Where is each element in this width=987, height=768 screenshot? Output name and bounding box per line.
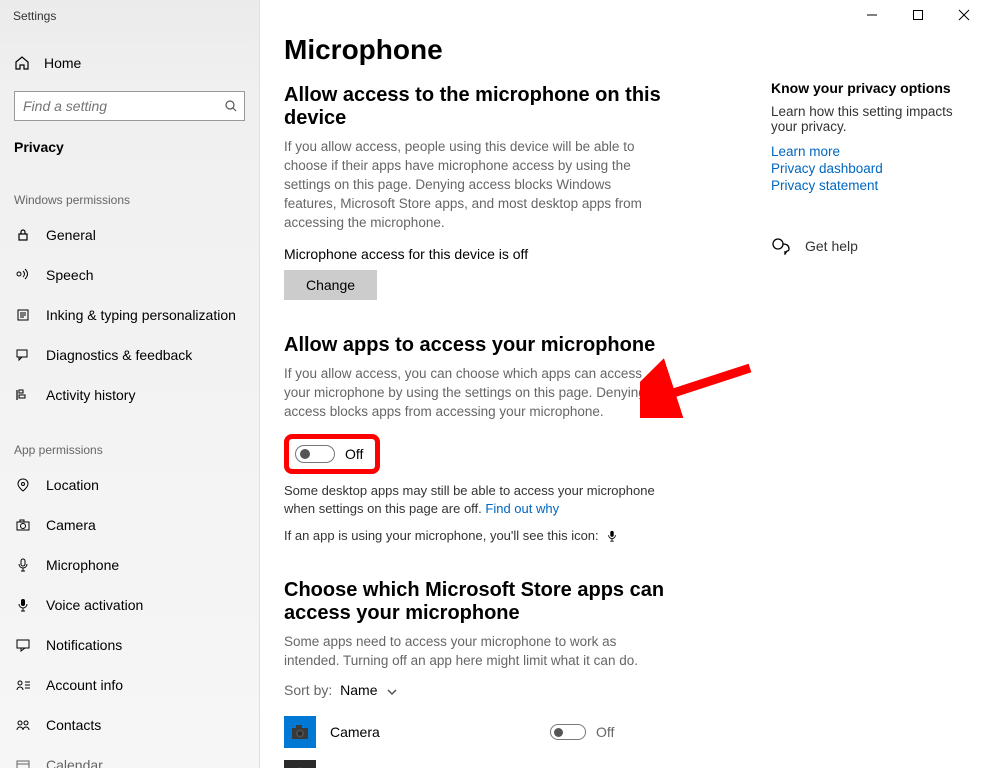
page-title: Microphone — [284, 34, 722, 66]
section-allow-apps-title: Allow apps to access your microphone — [284, 334, 722, 357]
app-row-camera: Camera Off — [284, 712, 722, 752]
feedback-icon — [14, 348, 32, 362]
sidebar-item-activity-history[interactable]: Activity history — [0, 375, 259, 415]
camera-app-icon — [284, 716, 316, 748]
get-help-label: Get help — [805, 238, 858, 254]
maximize-button[interactable] — [895, 0, 941, 30]
get-help[interactable]: Get help — [771, 237, 971, 255]
app-camera-state: Off — [596, 724, 614, 740]
cortana-app-icon — [284, 760, 316, 768]
highlight-annotation: Off — [284, 434, 380, 474]
sort-label: Sort by: — [284, 682, 332, 698]
camera-icon — [14, 518, 32, 532]
section-allow-apps-desc: If you allow access, you can choose whic… — [284, 365, 664, 422]
nav-label: Microphone — [46, 557, 119, 573]
nav-label: Activity history — [46, 387, 135, 403]
home-icon — [14, 55, 30, 71]
right-pane: Know your privacy options Learn how this… — [771, 80, 971, 255]
privacy-dashboard-link[interactable]: Privacy dashboard — [771, 161, 971, 176]
window-controls — [849, 0, 987, 30]
section-choose-apps-desc: Some apps need to access your microphone… — [284, 633, 664, 671]
sidebar-item-location[interactable]: Location — [0, 465, 259, 505]
lock-icon — [14, 228, 32, 242]
sidebar: Settings Home Privacy Windows permission… — [0, 0, 260, 768]
contacts-icon — [14, 718, 32, 732]
allow-apps-toggle-state: Off — [345, 446, 363, 462]
change-button[interactable]: Change — [284, 270, 377, 300]
sidebar-item-speech[interactable]: Speech — [0, 255, 259, 295]
microphone-icon — [14, 558, 32, 572]
nav-label: Camera — [46, 517, 96, 533]
mic-in-use-note: If an app is using your microphone, you'… — [284, 527, 664, 545]
sidebar-item-microphone[interactable]: Microphone — [0, 545, 259, 585]
privacy-statement-link[interactable]: Privacy statement — [771, 178, 971, 193]
inking-icon — [14, 308, 32, 322]
nav-label: Diagnostics & feedback — [46, 347, 192, 363]
nav-label: Notifications — [46, 637, 122, 653]
nav-label: Calendar — [46, 757, 103, 768]
search-input[interactable] — [14, 91, 245, 121]
sidebar-home[interactable]: Home — [0, 45, 259, 81]
sidebar-item-diagnostics[interactable]: Diagnostics & feedback — [0, 335, 259, 375]
sidebar-item-voice-activation[interactable]: Voice activation — [0, 585, 259, 625]
device-access-status: Microphone access for this device is off — [284, 246, 722, 262]
sidebar-item-general[interactable]: General — [0, 215, 259, 255]
sidebar-item-calendar[interactable]: Calendar — [0, 745, 259, 768]
location-icon — [14, 478, 32, 492]
microphone-indicator-icon — [606, 530, 618, 542]
speech-icon — [14, 268, 32, 282]
notifications-icon — [14, 638, 32, 652]
sidebar-home-label: Home — [44, 55, 81, 71]
section-allow-device-desc: If you allow access, people using this d… — [284, 138, 664, 232]
nav-label: Voice activation — [46, 597, 143, 613]
calendar-icon — [14, 758, 32, 768]
section-app-permissions: App permissions — [0, 415, 259, 465]
chevron-down-icon — [387, 688, 397, 696]
minimize-button[interactable] — [849, 0, 895, 30]
allow-apps-toggle[interactable] — [295, 445, 335, 463]
section-choose-apps-title: Choose which Microsoft Store apps can ac… — [284, 579, 722, 625]
nav-label: Speech — [46, 267, 93, 283]
sidebar-item-camera[interactable]: Camera — [0, 505, 259, 545]
app-title: Settings — [0, 0, 259, 23]
sidebar-item-notifications[interactable]: Notifications — [0, 625, 259, 665]
voice-activation-icon — [14, 598, 32, 612]
nav-label: General — [46, 227, 96, 243]
privacy-header: Privacy — [0, 135, 259, 165]
section-windows-permissions: Windows permissions — [0, 165, 259, 215]
account-info-icon — [14, 678, 32, 692]
app-camera-toggle[interactable] — [550, 724, 586, 740]
nav-label: Inking & typing personalization — [46, 307, 236, 323]
sidebar-item-account-info[interactable]: Account info — [0, 665, 259, 705]
sort-value: Name — [340, 682, 377, 698]
find-out-why-link[interactable]: Find out why — [485, 501, 559, 516]
right-desc: Learn how this setting impacts your priv… — [771, 104, 971, 134]
nav-label: Contacts — [46, 717, 101, 733]
nav-label: Account info — [46, 677, 123, 693]
desktop-apps-note: Some desktop apps may still be able to a… — [284, 482, 664, 518]
nav-label: Location — [46, 477, 99, 493]
sort-row[interactable]: Sort by: Name — [284, 682, 722, 698]
sidebar-item-inking[interactable]: Inking & typing personalization — [0, 295, 259, 335]
section-allow-device-title: Allow access to the microphone on this d… — [284, 84, 722, 130]
sidebar-item-contacts[interactable]: Contacts — [0, 705, 259, 745]
learn-more-link[interactable]: Learn more — [771, 144, 971, 159]
close-button[interactable] — [941, 0, 987, 30]
history-icon — [14, 388, 32, 402]
app-name: Camera — [330, 724, 490, 740]
app-row-cortana: Cortana Off — [284, 756, 722, 768]
help-icon — [771, 237, 791, 255]
right-title: Know your privacy options — [771, 80, 971, 96]
